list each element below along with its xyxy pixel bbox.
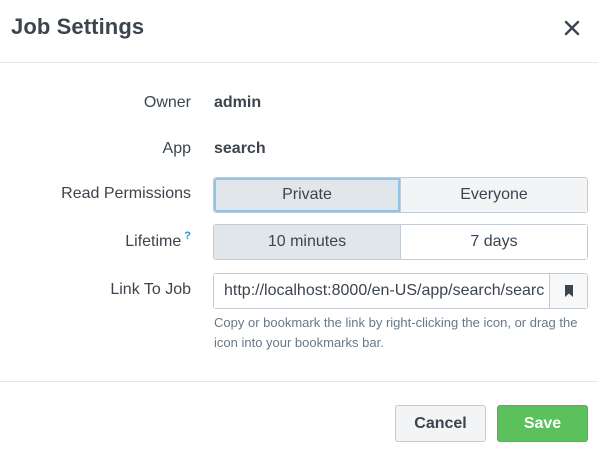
lifetime-toggle: 10 minutes 7 days	[213, 224, 588, 260]
link-to-job-help-text: Copy or bookmark the link by right-click…	[214, 315, 578, 350]
link-to-job-label: Link To Job	[110, 281, 191, 298]
app-label: App	[162, 140, 191, 157]
read-permissions-private-button[interactable]: Private	[214, 178, 400, 212]
cancel-button[interactable]: Cancel	[395, 405, 486, 442]
read-permissions-everyone-button[interactable]: Everyone	[400, 178, 587, 212]
read-permissions-toggle: Private Everyone	[213, 177, 588, 213]
job-settings-dialog: Job Settings Owner admin App search Read…	[0, 0, 598, 457]
lifetime-help-link[interactable]: ?	[184, 230, 191, 242]
lifetime-10-minutes-button[interactable]: 10 minutes	[214, 225, 400, 259]
owner-value: admin	[214, 94, 262, 111]
app-value: search	[214, 140, 266, 157]
lifetime-label-row: Lifetime?	[11, 230, 191, 251]
link-to-job-group: http://localhost:8000/en-US/app/search/s…	[213, 273, 588, 309]
bookmark-icon	[564, 285, 573, 297]
save-button[interactable]: Save	[497, 405, 588, 442]
dialog-title: Job Settings	[11, 14, 145, 39]
link-to-job-input[interactable]: http://localhost:8000/en-US/app/search/s…	[214, 274, 549, 308]
bookmark-button[interactable]	[549, 274, 587, 308]
lifetime-7-days-button[interactable]: 7 days	[400, 225, 587, 259]
close-button[interactable]	[562, 18, 582, 38]
read-permissions-label: Read Permissions	[61, 185, 191, 202]
dialog-header: Job Settings	[0, 0, 598, 63]
lifetime-label: Lifetime	[125, 233, 182, 250]
owner-label: Owner	[143, 94, 191, 111]
close-icon	[564, 20, 580, 36]
footer-divider	[0, 381, 598, 382]
